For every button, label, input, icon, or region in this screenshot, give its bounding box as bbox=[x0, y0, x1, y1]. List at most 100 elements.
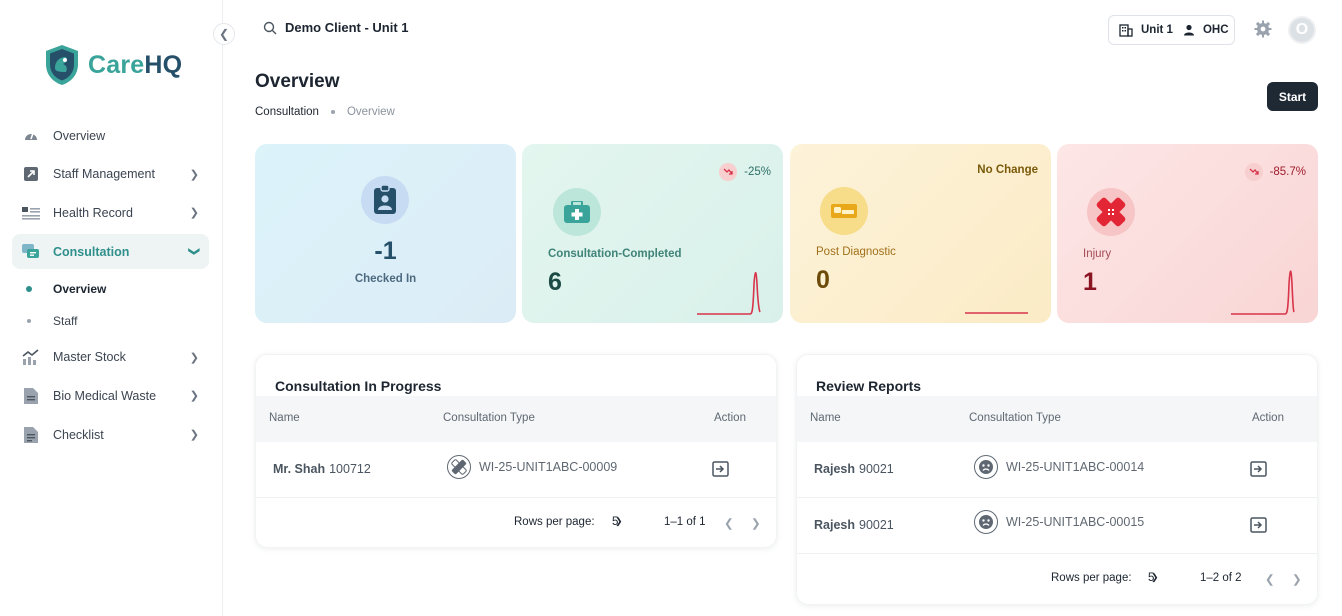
sidebar-item-label: Consultation bbox=[53, 244, 130, 259]
chevron-down-icon: ❯ bbox=[1151, 572, 1159, 582]
active-dot bbox=[26, 285, 32, 292]
client-name: Demo Client - Unit 1 bbox=[285, 20, 409, 35]
sidebar-item-consultation[interactable]: Consultation ❯ bbox=[12, 234, 209, 270]
avatar[interactable]: O bbox=[1288, 16, 1316, 44]
unit-selector[interactable]: Unit 1 OHC bbox=[1108, 15, 1235, 45]
open-report-icon[interactable] bbox=[1250, 517, 1268, 536]
app-root: CareHQ Overview Staff Management ❯ Healt… bbox=[0, 0, 1342, 616]
sparkline bbox=[1231, 270, 1295, 315]
column-header-consultation-type[interactable]: Consultation Type bbox=[443, 412, 535, 424]
prev-page-button[interactable]: ❮ bbox=[1265, 572, 1275, 586]
checklist-icon bbox=[22, 426, 40, 444]
collapse-sidebar-button[interactable]: ❮ bbox=[213, 23, 235, 45]
logo[interactable]: CareHQ bbox=[44, 44, 182, 86]
record-icon bbox=[22, 204, 40, 222]
stat-label: Injury bbox=[1083, 248, 1112, 260]
stat-card-post-diagnostic[interactable]: No Change Post Diagnostic 0 bbox=[790, 144, 1051, 323]
page-range: 1–2 of 2 bbox=[1200, 572, 1242, 584]
client-search[interactable]: Demo Client - Unit 1 bbox=[263, 20, 409, 35]
review-reports-panel: Review Reports Name Consultation Type Ac… bbox=[796, 354, 1318, 605]
table-row[interactable]: Rajesh 90021 WI-25-UNIT1ABC-00014 bbox=[797, 442, 1317, 498]
breadcrumb-item[interactable]: Consultation bbox=[255, 106, 319, 118]
table-row[interactable]: Rajesh 90021 WI-25-UNIT1ABC-00015 bbox=[797, 498, 1317, 554]
sidebar-item-label: Overview bbox=[53, 128, 106, 143]
chart-icon bbox=[22, 348, 40, 366]
consultation-type: WI-25-UNIT1ABC-00009 bbox=[447, 455, 617, 479]
subitem-label: Staff bbox=[53, 313, 78, 328]
search-icon bbox=[263, 21, 277, 34]
gauge-icon bbox=[22, 127, 40, 145]
sidebar-nav: Overview Staff Management ❯ Health Recor… bbox=[12, 118, 209, 456]
unit-label: Unit 1 bbox=[1141, 24, 1173, 36]
sidebar-item-label: Checklist bbox=[53, 427, 104, 442]
open-consultation-icon[interactable] bbox=[712, 461, 730, 480]
sidebar-subitem-staff[interactable]: Staff bbox=[12, 305, 209, 337]
sidebar-item-bio-medical-waste[interactable]: Bio Medical Waste ❯ bbox=[12, 378, 209, 413]
settings-gear-icon[interactable] bbox=[1254, 20, 1272, 43]
document-icon bbox=[22, 387, 40, 405]
sick-face-icon bbox=[974, 455, 998, 479]
sidebar-item-health-record[interactable]: Health Record ❯ bbox=[12, 195, 209, 230]
sidebar-item-master-stock[interactable]: Master Stock ❯ bbox=[12, 340, 209, 375]
column-header-action: Action bbox=[714, 412, 746, 424]
consultation-id[interactable]: WI-25-UNIT1ABC-00015 bbox=[1006, 515, 1144, 529]
consultation-id[interactable]: WI-25-UNIT1ABC-00014 bbox=[1006, 460, 1144, 474]
shield-logo-icon bbox=[46, 45, 78, 85]
sparkline bbox=[965, 312, 1028, 314]
brand-name: CareHQ bbox=[88, 50, 183, 79]
stat-card-checked-in[interactable]: -1 Checked In bbox=[255, 144, 516, 323]
start-button[interactable]: Start bbox=[1267, 82, 1318, 111]
stat-card-injury[interactable]: -85.7% Injury 1 bbox=[1057, 144, 1318, 323]
table-row[interactable]: Mr. Shah 100712 WI-25-UNIT1ABC-00009 bbox=[256, 442, 776, 498]
trend-down-icon bbox=[719, 163, 738, 181]
sidebar-item-overview[interactable]: Overview bbox=[12, 118, 209, 153]
chevron-right-icon: ❯ bbox=[189, 168, 199, 181]
column-header-name[interactable]: Name bbox=[810, 412, 841, 424]
patient-name: Mr. Shah 100712 bbox=[273, 462, 371, 476]
chevron-right-icon: ❯ bbox=[189, 207, 199, 220]
patient-id: 90021 bbox=[859, 518, 894, 532]
stat-value: -1 bbox=[374, 237, 397, 265]
column-header-name[interactable]: Name bbox=[269, 412, 300, 424]
consultation-in-progress-panel: Consultation In Progress Name Consultati… bbox=[255, 354, 777, 548]
breadcrumb-item-current: Overview bbox=[346, 106, 395, 118]
trend-value: -25% bbox=[744, 166, 771, 178]
next-page-button[interactable]: ❯ bbox=[1292, 572, 1302, 586]
sidebar-item-checklist[interactable]: Checklist ❯ bbox=[12, 417, 209, 452]
consultation-type: WI-25-UNIT1ABC-00015 bbox=[974, 510, 1144, 534]
sidebar-item-label: Master Stock bbox=[53, 350, 126, 365]
staff-icon bbox=[22, 165, 40, 183]
trend-indicator: No Change bbox=[977, 164, 1038, 176]
table-header: Name Consultation Type Action bbox=[797, 396, 1317, 442]
trend-value: -85.7% bbox=[1269, 166, 1306, 178]
chevron-right-icon: ❯ bbox=[189, 351, 199, 364]
open-report-icon[interactable] bbox=[1250, 461, 1268, 480]
sparkline bbox=[697, 271, 761, 315]
sidebar: CareHQ Overview Staff Management ❯ Healt… bbox=[0, 0, 223, 616]
stat-card-consultation-completed[interactable]: -25% Consultation-Completed 6 bbox=[522, 144, 783, 323]
id-badge-icon bbox=[361, 176, 409, 224]
patient-name: Rajesh 90021 bbox=[814, 462, 894, 476]
sick-face-icon bbox=[974, 510, 998, 534]
rows-per-page-label: Rows per page: bbox=[514, 516, 595, 528]
column-header-consultation-type[interactable]: Consultation Type bbox=[969, 412, 1061, 424]
sidebar-subitem-overview[interactable]: Overview bbox=[12, 273, 209, 305]
next-page-button[interactable]: ❯ bbox=[751, 516, 761, 530]
sidebar-item-staff-management[interactable]: Staff Management ❯ bbox=[12, 157, 209, 192]
prev-page-button[interactable]: ❮ bbox=[724, 516, 734, 530]
medical-kit-icon bbox=[553, 188, 601, 236]
patient-id: 100712 bbox=[329, 462, 371, 476]
avatar-initial: O bbox=[1295, 21, 1309, 38]
panel-title: Consultation In Progress bbox=[275, 378, 442, 394]
chevron-down-icon: ❯ bbox=[615, 516, 623, 526]
inactive-dot bbox=[27, 318, 31, 323]
stat-value: 1 bbox=[1083, 268, 1097, 296]
person-icon bbox=[1183, 24, 1195, 36]
chevron-right-icon: ❯ bbox=[189, 429, 199, 442]
bed-icon bbox=[820, 187, 868, 235]
breadcrumb: Consultation Overview bbox=[255, 106, 395, 118]
chevron-right-icon: ❯ bbox=[189, 390, 199, 403]
subitem-label: Overview bbox=[53, 281, 107, 296]
sidebar-item-label: Staff Management bbox=[53, 167, 155, 182]
consultation-id[interactable]: WI-25-UNIT1ABC-00009 bbox=[479, 460, 617, 474]
